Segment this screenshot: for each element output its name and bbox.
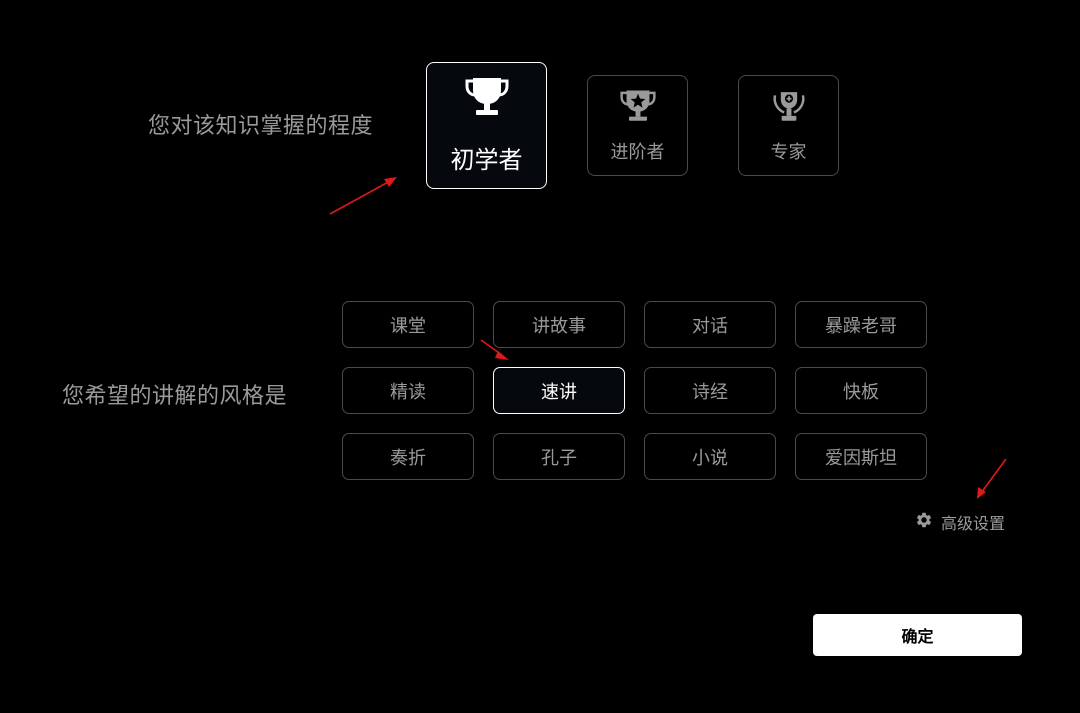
arrow-to-level-card — [329, 177, 397, 215]
level-card-beginner[interactable]: 初学者 — [426, 62, 547, 189]
arrow-to-advanced-settings — [977, 458, 1007, 499]
level-question: 您对该知识掌握的程度 — [148, 114, 374, 139]
advanced-settings-label: 高级设置 — [941, 514, 1006, 533]
style-grid: 课堂 讲故事 对话 暴躁老哥 精读 速讲 诗经 快板 奏折 孔子 小说 爱因斯坦 — [342, 301, 927, 480]
style-option-confucius[interactable]: 孔子 — [493, 433, 625, 480]
style-option-grumpy-bro[interactable]: 暴躁老哥 — [795, 301, 927, 348]
style-option-book-of-songs[interactable]: 诗经 — [644, 367, 776, 414]
laurel-trophy-icon — [771, 88, 807, 128]
advanced-settings-link[interactable]: 高级设置 — [915, 510, 1005, 534]
style-option-speed-talk[interactable]: 速讲 — [493, 367, 625, 414]
gear-icon — [915, 511, 933, 533]
level-card-label: 进阶者 — [610, 141, 665, 163]
style-option-novel[interactable]: 小说 — [644, 433, 776, 480]
style-option-classroom[interactable]: 课堂 — [342, 301, 474, 348]
level-card-expert[interactable]: 专家 — [738, 75, 839, 176]
confirm-button[interactable]: 确定 — [813, 614, 1022, 656]
star-trophy-icon — [619, 88, 656, 128]
style-option-close-reading[interactable]: 精读 — [342, 367, 474, 414]
style-option-memorial[interactable]: 奏折 — [342, 433, 474, 480]
level-card-advanced[interactable]: 进阶者 — [587, 75, 688, 176]
style-question: 您希望的讲解的风格是 — [62, 384, 288, 409]
trophy-icon — [465, 76, 509, 122]
style-option-dialogue[interactable]: 对话 — [644, 301, 776, 348]
level-card-label: 初学者 — [450, 146, 523, 174]
style-option-kuaiban[interactable]: 快板 — [795, 367, 927, 414]
style-option-einstein[interactable]: 爱因斯坦 — [795, 433, 927, 480]
level-card-label: 专家 — [770, 141, 807, 163]
style-option-storytelling[interactable]: 讲故事 — [493, 301, 625, 348]
